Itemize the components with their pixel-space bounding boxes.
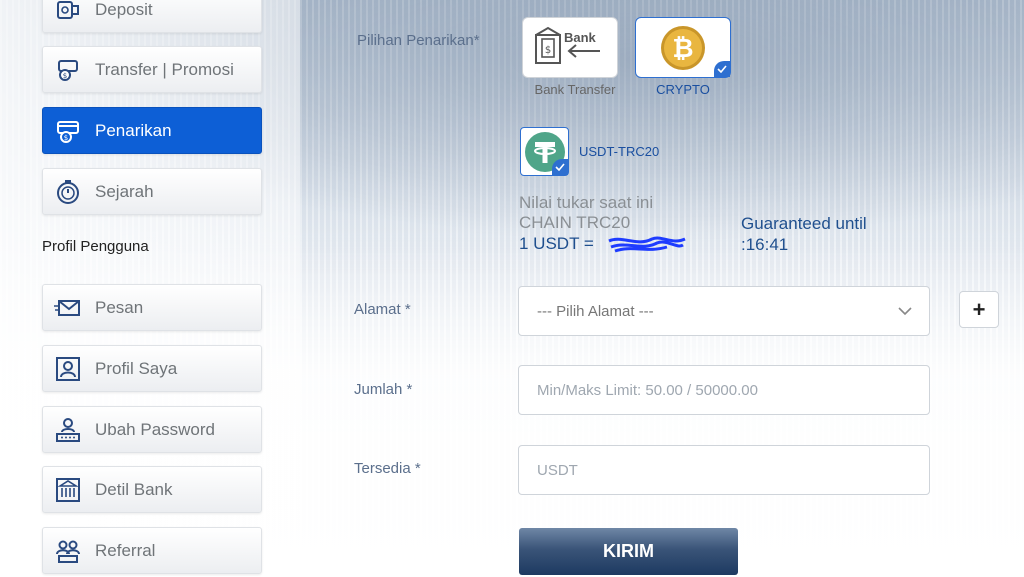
method-bank-transfer[interactable]: $ Bank	[522, 17, 618, 78]
profile-icon	[53, 354, 83, 384]
method-bank-transfer-label: Bank Transfer	[534, 82, 616, 97]
sidebar-item-label: Ubah Password	[95, 419, 216, 439]
coin-label: USDT-TRC20	[579, 144, 660, 159]
available-field-wrap	[518, 445, 930, 495]
sidebar-item-label: Detil Bank	[95, 479, 173, 499]
sidebar-item-label: Penarikan	[95, 120, 172, 140]
method-crypto[interactable]: ₿	[635, 17, 731, 78]
add-address-button[interactable]: +	[959, 291, 999, 328]
sidebar-item-deposit[interactable]: Deposit	[42, 0, 262, 33]
guaranteed-time: :16:41	[741, 235, 789, 254]
svg-text:₿: ₿	[672, 34, 693, 64]
sidebar-item-penarikan[interactable]: $ Penarikan	[42, 107, 262, 154]
guaranteed-label: Guaranteed until	[741, 214, 867, 233]
sidebar-item-detil-bank[interactable]: Detil Bank	[42, 466, 262, 513]
referral-icon	[53, 536, 83, 566]
coin-usdt-trc20[interactable]	[520, 127, 569, 176]
sidebar-item-label: Transfer | Promosi	[95, 59, 234, 79]
address-label: Alamat *	[354, 301, 411, 318]
bitcoin-icon: ₿	[661, 25, 705, 70]
sidebar-item-label: Deposit	[95, 0, 153, 19]
sidebar-item-ubah-password[interactable]: Ubah Password	[42, 406, 262, 453]
rate-value: 1 USDT =	[519, 234, 594, 253]
withdraw-icon: $	[53, 116, 83, 146]
profile-section-title: Profil Pengguna	[42, 238, 149, 255]
method-label: Pilihan Penarikan*	[357, 32, 480, 49]
bank-transfer-icon: $ Bank	[535, 26, 600, 64]
method-crypto-label: CRYPTO	[656, 82, 710, 97]
sidebar-item-label: Profil Saya	[95, 358, 178, 378]
redacted-scribble	[608, 236, 686, 253]
available-label: Tersedia *	[354, 460, 421, 477]
password-icon	[53, 415, 83, 445]
sidebar-item-transfer[interactable]: $ Transfer | Promosi	[42, 46, 262, 93]
amount-field-wrap	[518, 365, 930, 415]
bank-icon	[53, 475, 83, 505]
sidebar-item-referral[interactable]: Referral	[42, 527, 262, 574]
deposit-icon	[53, 0, 83, 25]
rate-chain: CHAIN TRC20	[519, 213, 631, 232]
withdraw-form: Pilihan Penarikan* $ Bank Bank Transfer …	[300, 0, 1024, 577]
sidebar-item-label: Sejarah	[95, 181, 154, 201]
transfer-icon: $	[53, 55, 83, 85]
svg-text:$: $	[63, 72, 67, 80]
svg-text:$: $	[64, 134, 68, 142]
rate-label: Nilai tukar saat ini	[519, 193, 654, 212]
sidebar-item-pesan[interactable]: Pesan	[42, 284, 262, 331]
amount-input[interactable]	[537, 366, 929, 414]
sidebar-item-sejarah[interactable]: Sejarah	[42, 168, 262, 215]
sidebar-item-profil-saya[interactable]: Profil Saya	[42, 345, 262, 392]
svg-text:$: $	[545, 45, 551, 56]
submit-button[interactable]: KIRIM	[519, 528, 738, 575]
available-input[interactable]	[537, 446, 929, 494]
amount-label: Jumlah *	[354, 381, 413, 398]
chevron-down-icon	[898, 307, 912, 316]
history-icon	[53, 177, 83, 207]
message-icon	[53, 293, 83, 323]
selected-check-icon	[714, 61, 730, 77]
sidebar-item-label: Pesan	[95, 297, 144, 317]
svg-text:Bank: Bank	[564, 30, 597, 45]
address-select[interactable]: --- Pilih Alamat ---	[518, 286, 930, 336]
sidebar-item-label: Referral	[95, 540, 156, 560]
selected-check-icon	[552, 159, 568, 175]
